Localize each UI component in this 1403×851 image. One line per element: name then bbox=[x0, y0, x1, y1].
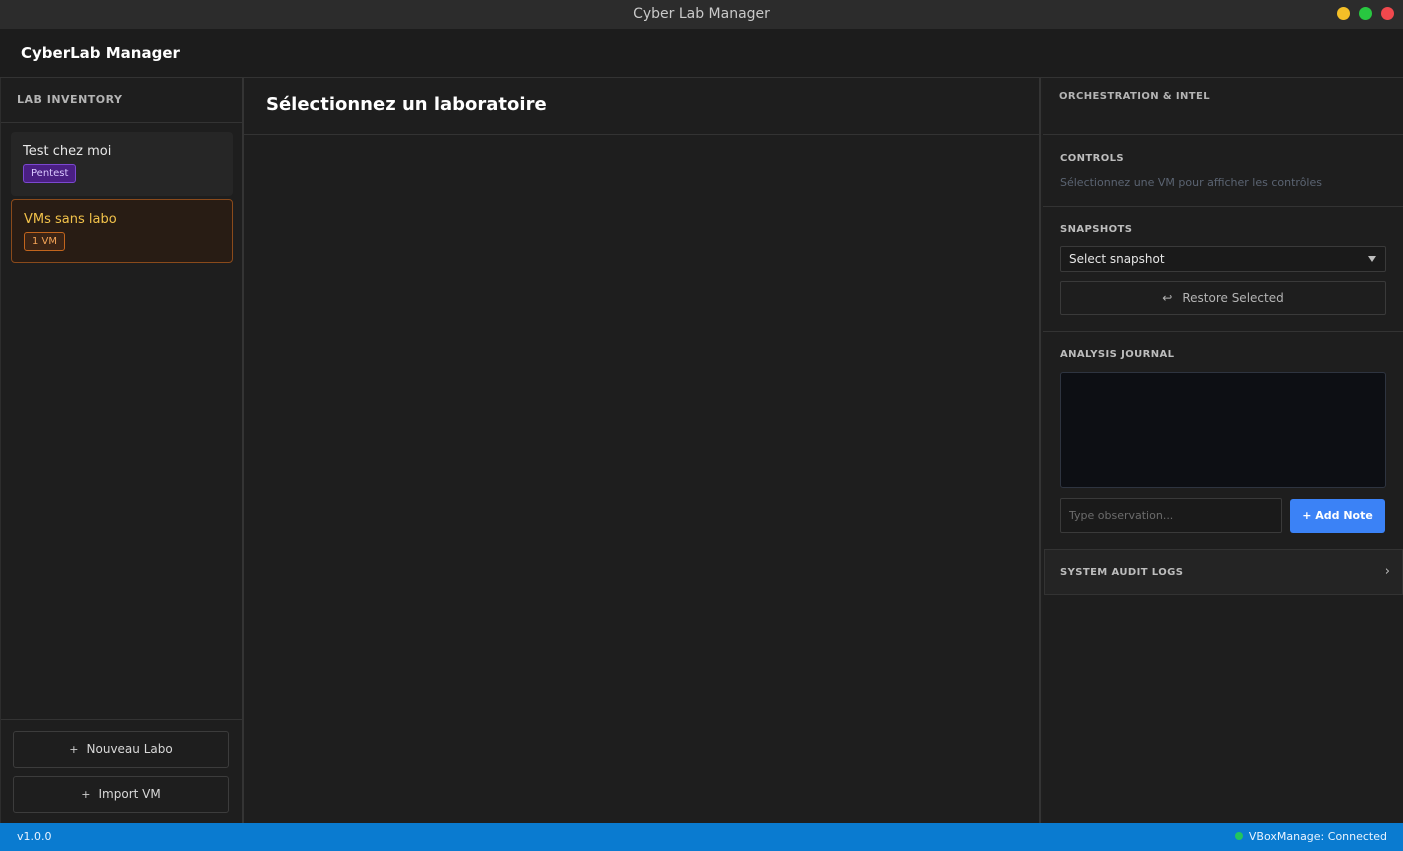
window-titlebar: Cyber Lab Manager bbox=[0, 0, 1403, 29]
chevron-down-icon bbox=[1368, 256, 1376, 262]
lab-item-test-chez-moi[interactable]: Test chez moi Pentest bbox=[11, 132, 233, 196]
sidebar-heading: LAB INVENTORY bbox=[1, 78, 242, 123]
orchestration-panel: ORCHESTRATION & INTEL CONTROLS Sélection… bbox=[1043, 78, 1403, 823]
window-title: Cyber Lab Manager bbox=[633, 6, 770, 22]
chevron-right-icon: › bbox=[1384, 564, 1390, 579]
vm-count-badge: 1 VM bbox=[24, 232, 66, 251]
lab-name: Test chez moi bbox=[23, 144, 112, 159]
lab-workspace: Sélectionnez un laboratoire bbox=[244, 78, 1041, 823]
connection-label: VBoxManage: Connected bbox=[1248, 830, 1387, 843]
plus-icon: + bbox=[81, 788, 91, 801]
app-header: CyberLab Manager bbox=[0, 29, 1403, 78]
lab-type-badge: Pentest bbox=[23, 164, 77, 183]
app-brand: CyberLab Manager bbox=[21, 44, 180, 62]
add-note-button[interactable]: + Add Note bbox=[1290, 499, 1385, 533]
page-title: Sélectionnez un laboratoire bbox=[266, 94, 547, 115]
journal-label: ANALYSIS JOURNAL bbox=[1060, 349, 1175, 360]
connection-status: VBoxManage: Connected bbox=[1234, 830, 1387, 843]
system-audit-logs-toggle[interactable]: SYSTEM AUDIT LOGS › bbox=[1044, 549, 1403, 595]
panel-heading: ORCHESTRATION & INTEL bbox=[1043, 78, 1403, 135]
controls-hint: Sélectionnez une VM pour afficher les co… bbox=[1060, 176, 1322, 189]
connected-dot-icon bbox=[1234, 832, 1243, 840]
controls-label: CONTROLS bbox=[1060, 153, 1125, 164]
close-button[interactable] bbox=[1381, 7, 1394, 20]
observation-input[interactable] bbox=[1060, 498, 1282, 533]
minimize-button[interactable] bbox=[1337, 7, 1350, 20]
undo-arrow-icon: ↩ bbox=[1162, 291, 1173, 305]
workspace-header: Sélectionnez un laboratoire bbox=[244, 78, 1039, 135]
controls-section: CONTROLS Sélectionnez une VM pour affich… bbox=[1043, 135, 1403, 207]
snapshot-select-value: Select snapshot bbox=[1069, 252, 1165, 266]
status-bar: v1.0.0 VBoxManage: Connected bbox=[0, 823, 1403, 851]
analysis-journal-section: ANALYSIS JOURNAL + Add Note bbox=[1043, 332, 1403, 549]
lab-item-vms-sans-labo[interactable]: VMs sans labo 1 VM bbox=[11, 199, 233, 263]
snapshots-section: SNAPSHOTS Select snapshot ↩ Restore Selec… bbox=[1043, 207, 1403, 332]
restore-selected-button[interactable]: ↩ Restore Selected bbox=[1060, 281, 1386, 315]
new-lab-label: Nouveau Labo bbox=[86, 742, 173, 756]
lab-name: VMs sans labo bbox=[24, 212, 117, 227]
maximize-button[interactable] bbox=[1359, 7, 1372, 20]
plus-icon: + bbox=[69, 743, 79, 756]
snapshot-select[interactable]: Select snapshot bbox=[1060, 246, 1386, 272]
sidebar-footer: + Nouveau Labo + Import VM bbox=[1, 719, 242, 823]
snapshots-label: SNAPSHOTS bbox=[1060, 224, 1133, 235]
app-version: v1.0.0 bbox=[17, 830, 52, 843]
audit-logs-label: SYSTEM AUDIT LOGS bbox=[1060, 567, 1184, 578]
new-lab-button[interactable]: + Nouveau Labo bbox=[13, 731, 229, 768]
import-vm-label: Import VM bbox=[98, 787, 161, 801]
journal-log-area[interactable] bbox=[1060, 372, 1386, 488]
import-vm-button[interactable]: + Import VM bbox=[13, 776, 229, 813]
restore-label: Restore Selected bbox=[1182, 291, 1284, 305]
lab-sidebar: LAB INVENTORY Test chez moi Pentest VMs … bbox=[0, 78, 244, 823]
